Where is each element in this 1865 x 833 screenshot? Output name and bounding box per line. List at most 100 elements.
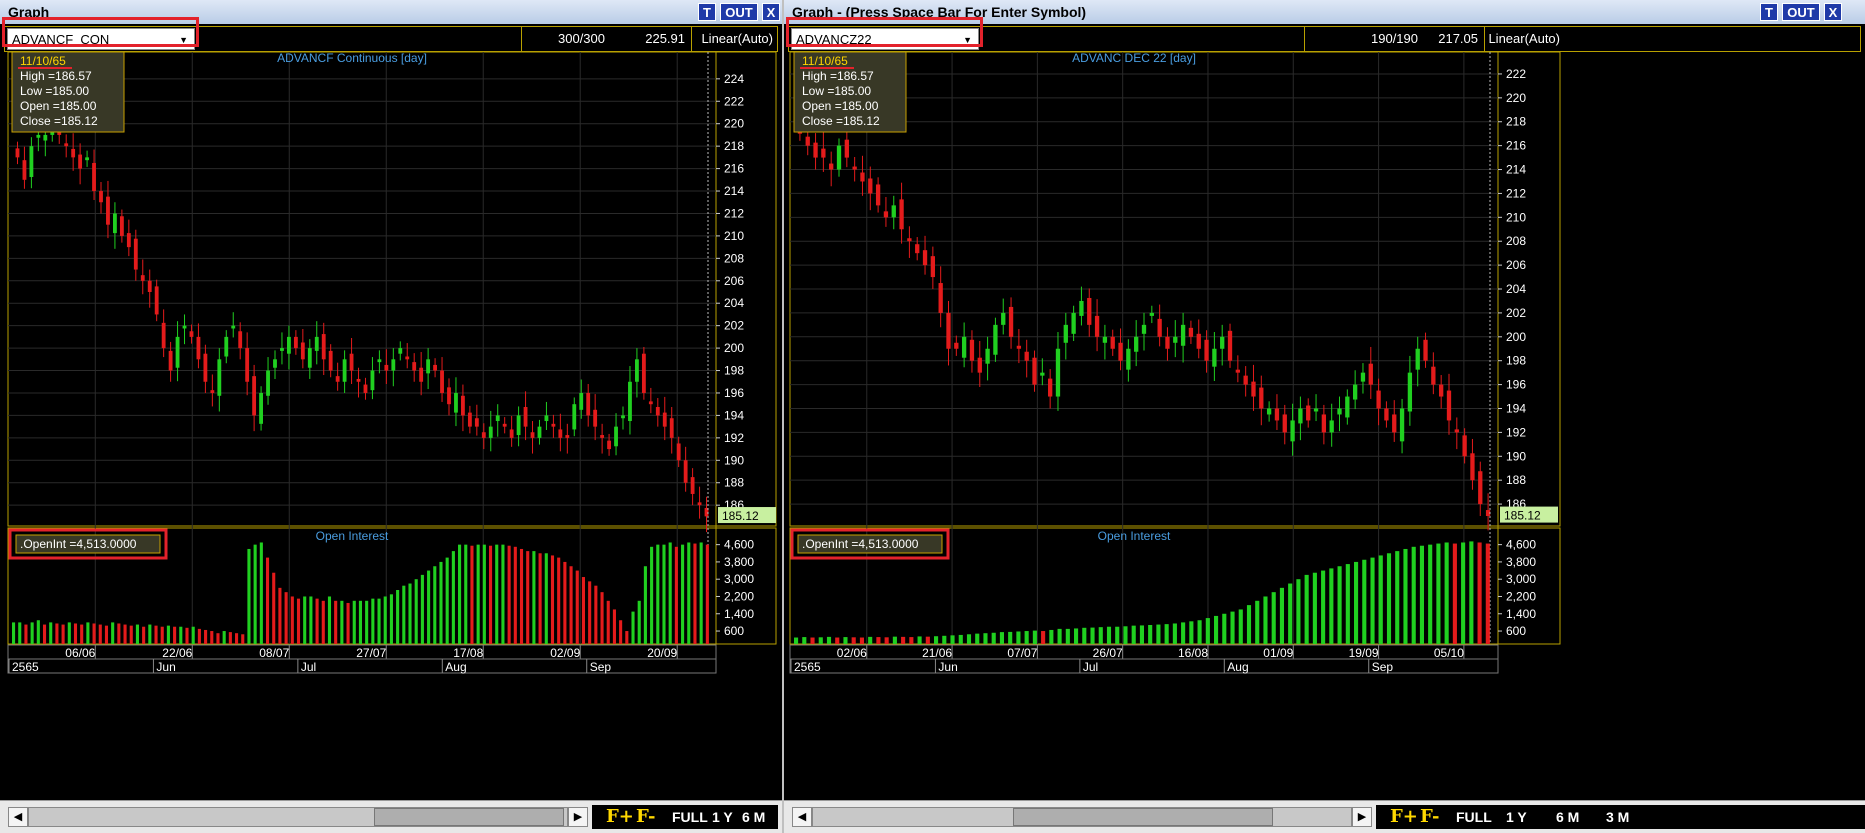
horizontal-scrollbar[interactable]: [28, 807, 568, 827]
candle-body: [1016, 345, 1022, 349]
oi-bar: [247, 548, 251, 644]
tooltip-high: High =186.57: [20, 69, 92, 83]
zoom-in-button[interactable]: F+: [1390, 805, 1418, 829]
tooltip-open: Open =185.00: [802, 99, 879, 113]
candle-body: [266, 370, 270, 396]
oi-bar: [1354, 561, 1359, 644]
candle-body: [398, 348, 403, 354]
y-tick-label: 222: [724, 94, 744, 108]
y-tick-label: 220: [1506, 91, 1526, 105]
scroll-right-arrow[interactable]: ▶: [568, 807, 588, 827]
candle-body: [558, 429, 563, 438]
price-readout: 225.91: [645, 31, 685, 46]
oi-bar: [346, 602, 350, 644]
oi-bar: [67, 622, 71, 644]
candle-body: [224, 336, 229, 357]
6m-range-button[interactable]: 6 M: [742, 805, 765, 829]
scroll-left-arrow[interactable]: ◀: [8, 807, 28, 827]
candle-body: [280, 348, 284, 351]
oi-bar: [794, 637, 799, 644]
1y-range-button[interactable]: 1 Y: [1506, 805, 1527, 829]
scale-mode[interactable]: Linear(Auto): [691, 27, 779, 51]
candle-body: [349, 353, 354, 371]
oi-bar: [1378, 555, 1383, 644]
zoom-out-button[interactable]: F-: [1420, 805, 1439, 829]
1y-range-button[interactable]: 1 Y: [712, 805, 733, 829]
date-axis-band: [789, 644, 1499, 660]
x-date-label: 02/06: [837, 646, 867, 660]
3m-range-button[interactable]: 3 M: [1606, 805, 1629, 829]
candle-body: [1470, 453, 1475, 481]
x-month-label: 2565: [12, 660, 39, 674]
zoom-in-button[interactable]: F+: [606, 805, 634, 829]
candle-body: [1235, 369, 1240, 373]
y-tick-label: 210: [1506, 210, 1526, 224]
out-button[interactable]: OUT: [720, 3, 758, 21]
scrollbar-thumb[interactable]: [374, 808, 564, 826]
candle-body: [29, 146, 34, 177]
oi-bar: [606, 600, 610, 644]
candle-body: [821, 148, 826, 158]
oi-tick-label: 3,800: [724, 555, 754, 569]
full-range-button[interactable]: FULL: [672, 805, 708, 829]
oi-bar: [414, 579, 418, 644]
out-button[interactable]: OUT: [1782, 3, 1820, 21]
oi-bar: [464, 544, 468, 644]
close-button[interactable]: X: [1824, 3, 1842, 21]
bar-count: 190/190: [1304, 27, 1424, 51]
y-tick-label: 218: [1506, 115, 1526, 129]
oi-bar: [160, 626, 164, 644]
x-date-label: 07/07: [1007, 646, 1037, 660]
close-button[interactable]: X: [762, 3, 780, 21]
oi-bar: [1172, 623, 1177, 644]
candle-body: [1446, 390, 1452, 421]
candle-body: [1126, 348, 1131, 370]
oi-title: Open Interest: [316, 529, 389, 543]
scroll-right-arrow[interactable]: ▶: [1352, 807, 1372, 827]
candle-body: [907, 238, 912, 242]
oi-bar: [519, 548, 524, 644]
horizontal-scrollbar[interactable]: [812, 807, 1352, 827]
oi-bar: [427, 570, 431, 644]
oi-bar: [550, 555, 555, 644]
oi-bar: [1238, 609, 1243, 644]
oi-bar: [1189, 621, 1194, 644]
6m-range-button[interactable]: 6 M: [1556, 805, 1579, 829]
oi-bar: [142, 626, 146, 644]
t-button[interactable]: T: [1760, 3, 1778, 21]
scale-mode[interactable]: Linear(Auto): [1484, 27, 1566, 51]
candle-body: [1063, 324, 1068, 343]
oi-bar: [687, 542, 691, 644]
oi-bar: [892, 636, 897, 644]
candle-body: [537, 426, 542, 438]
scrollbar-thumb[interactable]: [1013, 808, 1273, 826]
candle-body: [805, 136, 810, 146]
oi-label: .OpenInt =4,513.0000: [802, 537, 919, 551]
oi-bar: [179, 626, 183, 644]
tooltip-close: Close =185.12: [802, 114, 880, 128]
candle-body: [683, 460, 688, 483]
oi-bar: [1131, 625, 1136, 644]
oi-tick-label: 3,000: [1506, 572, 1536, 586]
x-date-label: 08/07: [259, 646, 289, 660]
oi-bar: [1123, 626, 1128, 644]
x-date-label: 19/09: [1349, 646, 1379, 660]
tooltip-low: Low =185.00: [20, 84, 89, 98]
oi-bar: [557, 557, 561, 644]
oi-bar: [625, 631, 629, 644]
x-month-label: Aug: [1227, 660, 1248, 674]
y-tick-label: 220: [724, 117, 744, 131]
candle-body: [1399, 408, 1405, 442]
t-button[interactable]: T: [698, 3, 716, 21]
candle-body: [844, 139, 849, 158]
oi-bar: [303, 596, 307, 644]
full-range-button[interactable]: FULL: [1456, 805, 1492, 829]
candle-body: [572, 404, 577, 430]
oi-bar: [1362, 559, 1367, 644]
candle-body: [175, 336, 180, 368]
oi-bar: [581, 577, 586, 644]
oi-bar: [24, 624, 28, 644]
candle-body: [384, 364, 389, 371]
zoom-out-button[interactable]: F-: [636, 805, 655, 829]
scroll-left-arrow[interactable]: ◀: [792, 807, 812, 827]
